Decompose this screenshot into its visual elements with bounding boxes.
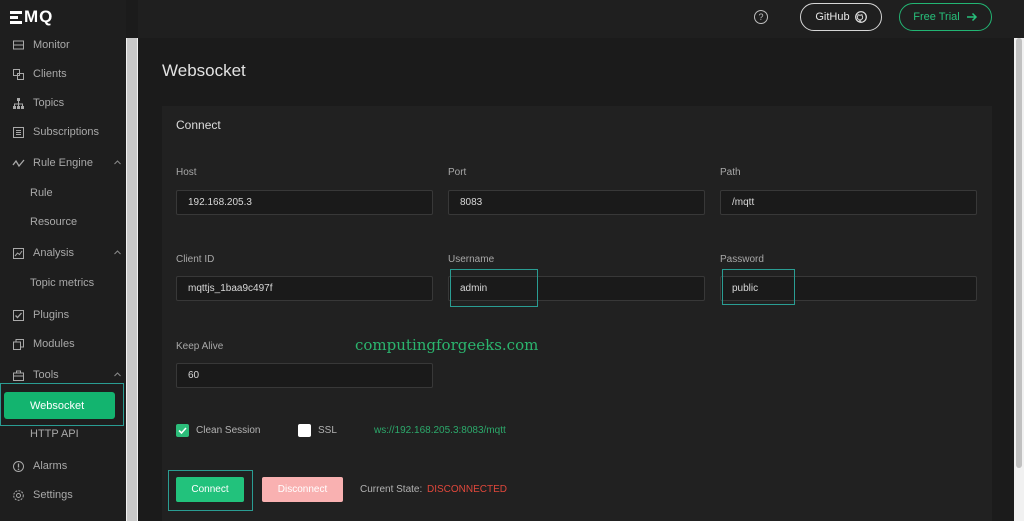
sidebar-item-label: Alarms <box>33 460 68 472</box>
logo-text: MQ <box>24 7 54 26</box>
clients-icon <box>12 68 25 81</box>
card-title: Connect <box>176 118 221 132</box>
check-icon <box>178 427 187 435</box>
sidebar-item-label: Topics <box>33 97 65 109</box>
logo-e-icon <box>10 9 22 26</box>
free-trial-button[interactable]: Free Trial <box>899 3 992 31</box>
sidebar-item-clients[interactable]: Clients <box>0 61 126 87</box>
path-label: Path <box>720 167 741 178</box>
sidebar-item-label: Rule Engine <box>33 157 93 169</box>
sidebar-item-label: Analysis <box>33 247 74 259</box>
ssl-checkbox[interactable] <box>298 424 311 437</box>
chevron-up-icon <box>114 250 121 255</box>
tools-icon <box>12 369 25 382</box>
topics-icon <box>12 97 25 110</box>
sidebar-item-subscriptions[interactable]: Subscriptions <box>0 119 126 145</box>
client-id-label: Client ID <box>176 254 215 265</box>
page-scrollbar[interactable] <box>1014 38 1024 521</box>
clean-session-label: Clean Session <box>196 425 261 436</box>
page-title: Websocket <box>162 61 246 80</box>
sidebar-item-monitor[interactable]: Monitor <box>0 32 126 58</box>
connect-highlight-box <box>168 470 253 511</box>
github-icon <box>854 11 867 23</box>
connect-card <box>162 106 992 521</box>
sidebar-subitem-rule[interactable]: Rule <box>0 180 126 206</box>
sidebar-item-label: Monitor <box>33 39 70 51</box>
websocket-highlight-box <box>0 383 124 426</box>
keepalive-label: Keep Alive <box>176 341 224 352</box>
sidebar: MQ Monitor Clients Topics Subscriptions … <box>0 0 126 521</box>
port-label: Port <box>448 167 467 178</box>
sidebar-item-analysis[interactable]: Analysis <box>0 240 126 266</box>
sidebar-item-label: Settings <box>33 489 73 501</box>
current-state-label: Current State: <box>360 484 423 495</box>
sidebar-item-topics[interactable]: Topics <box>0 90 126 116</box>
rule-engine-icon <box>12 157 25 170</box>
sidebar-item-modules[interactable]: Modules <box>0 331 126 357</box>
disconnect-button[interactable]: Disconnect <box>262 477 343 502</box>
password-label: Password <box>720 254 764 265</box>
sidebar-subitem-topic-metrics[interactable]: Topic metrics <box>0 270 126 296</box>
sidebar-item-label: Clients <box>33 68 67 80</box>
chevron-up-icon <box>114 372 121 377</box>
sidebar-scrollbar-thumb[interactable] <box>127 38 137 521</box>
analysis-icon <box>12 247 25 260</box>
sidebar-item-settings[interactable]: Settings <box>0 482 126 508</box>
sidebar-item-rule-engine[interactable]: Rule Engine <box>0 150 126 176</box>
websocket-url: ws://192.168.205.3:8083/mqtt <box>374 425 506 436</box>
arrow-right-icon <box>966 12 977 22</box>
alarms-icon <box>12 460 25 473</box>
host-label: Host <box>176 167 197 178</box>
sidebar-item-label: Tools <box>33 369 59 381</box>
github-button[interactable]: GitHub <box>800 3 882 31</box>
sidebar-item-label: Modules <box>33 338 75 350</box>
plugins-icon <box>12 309 25 322</box>
emq-logo[interactable]: MQ <box>10 7 53 27</box>
clean-session-checkbox[interactable] <box>176 424 189 437</box>
password-highlight-box <box>722 269 795 305</box>
client-id-input[interactable]: mqttjs_1baa9c497f <box>176 276 433 301</box>
help-icon[interactable]: ? <box>754 10 768 24</box>
username-label: Username <box>448 254 495 265</box>
sidebar-subitem-http-api[interactable]: HTTP API <box>0 421 126 447</box>
settings-icon <box>12 489 25 502</box>
sidebar-item-alarms[interactable]: Alarms <box>0 453 126 479</box>
keepalive-input[interactable]: 60 <box>176 363 433 388</box>
github-label: GitHub <box>815 11 850 23</box>
subscriptions-icon <box>12 126 25 139</box>
free-trial-label: Free Trial <box>913 11 960 23</box>
host-input[interactable]: 192.168.205.3 <box>176 190 433 215</box>
sidebar-subitem-resource[interactable]: Resource <box>0 209 126 235</box>
path-input[interactable]: /mqtt <box>720 190 977 215</box>
sidebar-item-label: Plugins <box>33 309 70 321</box>
sidebar-item-label: Subscriptions <box>33 126 100 138</box>
watermark-text: computingforgeeks.com <box>355 336 539 354</box>
ssl-label: SSL <box>318 425 337 436</box>
modules-icon <box>12 338 25 351</box>
monitor-icon <box>12 39 25 52</box>
current-state-value: DISCONNECTED <box>427 484 508 495</box>
port-input[interactable]: 8083 <box>448 190 705 215</box>
sidebar-scrollbar[interactable] <box>126 38 138 521</box>
username-highlight-box <box>450 269 538 307</box>
sidebar-item-plugins[interactable]: Plugins <box>0 302 126 328</box>
top-header <box>138 0 1024 38</box>
chevron-up-icon <box>114 160 121 165</box>
page-scrollbar-thumb[interactable] <box>1016 38 1022 468</box>
